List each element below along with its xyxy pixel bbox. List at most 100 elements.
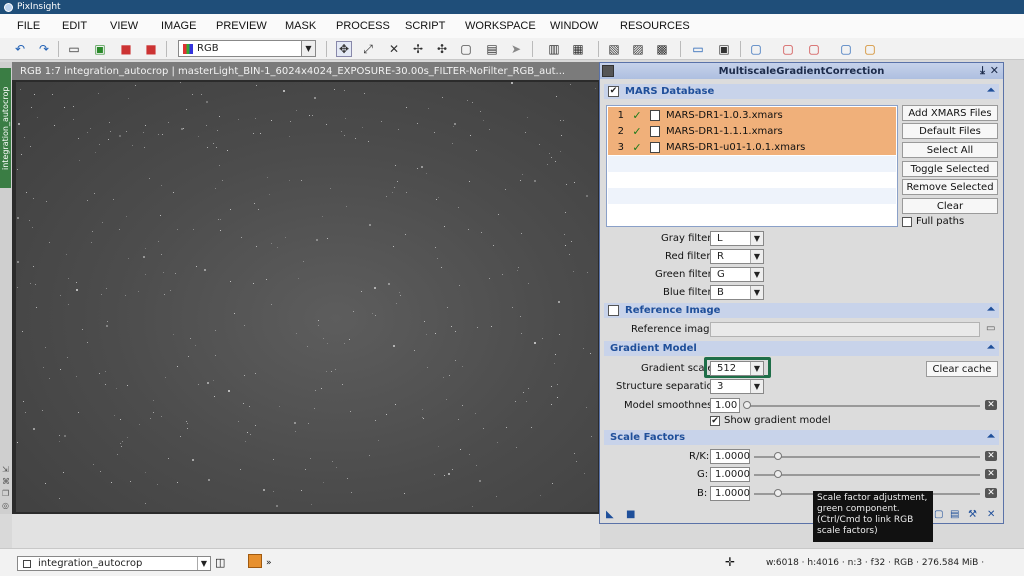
blue-filter-select[interactable]: B ▼: [710, 285, 764, 300]
gradient-scale-select[interactable]: 512 ▼: [710, 361, 764, 376]
color-icon[interactable]: ■: [143, 41, 159, 57]
mars-enable-checkbox[interactable]: ✔: [608, 86, 619, 97]
workspace-settings-icon[interactable]: ▢: [862, 41, 878, 57]
rgb-channels-icon[interactable]: ■: [118, 41, 134, 57]
center-icon[interactable]: ✣: [434, 41, 450, 57]
screen-stf-icon[interactable]: ▭: [690, 41, 706, 57]
workspace-icon[interactable]: ▢: [838, 41, 854, 57]
select-all-button[interactable]: Select All: [902, 142, 998, 158]
collapse-icon[interactable]: ⇲: [2, 466, 10, 474]
menu-resources[interactable]: RESOURCES: [620, 20, 690, 32]
reset-icon[interactable]: ✕: [985, 400, 997, 410]
scale-g-input[interactable]: 1.0000: [710, 467, 750, 482]
document-icon[interactable]: ▤: [950, 509, 959, 520]
model-smoothness-slider[interactable]: [744, 405, 980, 407]
preview-icon[interactable]: ▥: [546, 41, 562, 57]
undo-icon[interactable]: ↶: [12, 41, 28, 57]
preview-new-icon[interactable]: ▦: [570, 41, 586, 57]
scale-r-slider[interactable]: [754, 456, 980, 458]
green-filter-select[interactable]: G ▼: [710, 267, 764, 282]
wrench-icon[interactable]: ⚒: [968, 509, 977, 520]
crosshair-icon[interactable]: ✛: [725, 555, 735, 569]
new-image-icon[interactable]: ▣: [92, 41, 108, 57]
reset-icon[interactable]: ✕: [985, 451, 997, 461]
copy-icon[interactable]: ❐: [2, 490, 10, 498]
list-item[interactable]: 3 ✓ MARS-DR1-u01-1.0.1.xmars: [608, 139, 896, 155]
more-icon[interactable]: »: [266, 558, 272, 568]
menu-image[interactable]: IMAGE: [161, 20, 196, 32]
list-item[interactable]: 1 ✓ MARS-DR1-1.0.3.xmars: [608, 107, 896, 123]
checkmark-icon[interactable]: ✓: [628, 125, 646, 138]
image-canvas[interactable]: [16, 82, 598, 512]
image-info-icon[interactable]: ▭: [66, 41, 82, 57]
window-icon[interactable]: ▢: [748, 41, 764, 57]
view-select[interactable]: integration_autocrop ▼: [17, 556, 211, 571]
collapse-icon[interactable]: ⏶: [987, 304, 995, 315]
view-explorer-icon[interactable]: ◫: [215, 556, 225, 569]
reset-icon[interactable]: ✕: [985, 469, 997, 479]
reference-enable-checkbox[interactable]: [608, 305, 619, 316]
reference-image-field[interactable]: [710, 322, 980, 337]
scale-g-slider[interactable]: [754, 474, 980, 476]
menu-mask[interactable]: MASK: [285, 20, 316, 32]
mask-icon[interactable]: ▧: [606, 41, 622, 57]
menu-workspace[interactable]: WORKSPACE: [465, 20, 536, 32]
menu-preview[interactable]: PREVIEW: [216, 20, 267, 32]
slider-handle[interactable]: [774, 470, 782, 478]
scale-b-input[interactable]: 1.0000: [710, 486, 750, 501]
collapse-icon[interactable]: ⏶: [987, 85, 995, 96]
image-side-tab[interactable]: integration_autocrop: [0, 68, 11, 188]
add-xmars-files-button[interactable]: Add XMARS Files: [902, 105, 998, 121]
image-window-title[interactable]: RGB 1:7 integration_autocrop | masterLig…: [12, 62, 600, 80]
move-icon[interactable]: ✢: [410, 41, 426, 57]
process-icon[interactable]: [602, 65, 614, 77]
menu-process[interactable]: PROCESS: [336, 20, 390, 32]
apply-global-icon[interactable]: ■: [626, 509, 635, 520]
process-icon[interactable]: [248, 554, 262, 568]
menu-script[interactable]: SCRIPT: [405, 20, 445, 32]
reset-all-icon[interactable]: ✕: [987, 509, 995, 520]
full-paths-checkbox[interactable]: [902, 217, 912, 227]
mask-invert-icon[interactable]: ▩: [654, 41, 670, 57]
slider-handle[interactable]: [743, 401, 751, 409]
zoom-reset-icon[interactable]: ✕: [386, 41, 402, 57]
collapse-icon[interactable]: ⏶: [987, 431, 995, 442]
clear-cache-button[interactable]: Clear cache: [926, 361, 998, 377]
pan-mode-icon[interactable]: ✥: [336, 41, 352, 57]
mars-file-list[interactable]: 1 ✓ MARS-DR1-1.0.3.xmars 2 ✓ MARS-DR1-1.…: [606, 105, 898, 227]
window-close-all-icon[interactable]: ▢: [806, 41, 822, 57]
checkmark-icon[interactable]: ✓: [628, 141, 646, 154]
menu-view[interactable]: VIEW: [110, 20, 138, 32]
remove-selected-button[interactable]: Remove Selected: [902, 179, 998, 195]
new-instance-icon[interactable]: ◣: [606, 509, 614, 520]
pointer-icon[interactable]: ➤: [508, 41, 524, 57]
structure-separation-select[interactable]: 3 ▼: [710, 379, 764, 394]
redo-icon[interactable]: ↷: [36, 41, 52, 57]
menu-edit[interactable]: EDIT: [62, 20, 87, 32]
reset-icon[interactable]: ✕: [985, 488, 997, 498]
scale-r-input[interactable]: 1.0000: [710, 449, 750, 464]
screen-stf-auto-icon[interactable]: ▣: [716, 41, 732, 57]
mars-database-section[interactable]: ✔ MARS Database ⏶: [604, 84, 999, 99]
default-files-button[interactable]: Default Files: [902, 123, 998, 139]
dialog-title-bar[interactable]: MultiscaleGradientCorrection ⤓ ✕: [600, 63, 1003, 79]
red-filter-select[interactable]: R ▼: [710, 249, 764, 264]
reference-image-section[interactable]: Reference Image ⏶: [604, 303, 999, 318]
browse-doc-icon[interactable]: ▢: [934, 509, 943, 520]
gradient-model-section[interactable]: Gradient Model ⏶: [604, 341, 999, 356]
pin-icon[interactable]: ⤓: [980, 64, 985, 78]
menu-file[interactable]: FILE: [17, 20, 40, 32]
gray-filter-select[interactable]: L ▼: [710, 231, 764, 246]
clear-button[interactable]: Clear: [902, 198, 998, 214]
collapse-icon[interactable]: ⏶: [987, 342, 995, 353]
channel-select[interactable]: RGB ▼: [178, 40, 316, 57]
target-icon[interactable]: ◎: [2, 502, 10, 510]
slider-handle[interactable]: [774, 489, 782, 497]
fit-window-icon[interactable]: ▢: [458, 41, 474, 57]
toggle-selected-button[interactable]: Toggle Selected: [902, 161, 998, 177]
readout-icon[interactable]: ▤: [484, 41, 500, 57]
slider-handle[interactable]: [774, 452, 782, 460]
model-smoothness-input[interactable]: 1.00: [710, 398, 740, 413]
checkmark-icon[interactable]: ✓: [628, 109, 646, 122]
menu-window[interactable]: WINDOW: [550, 20, 598, 32]
